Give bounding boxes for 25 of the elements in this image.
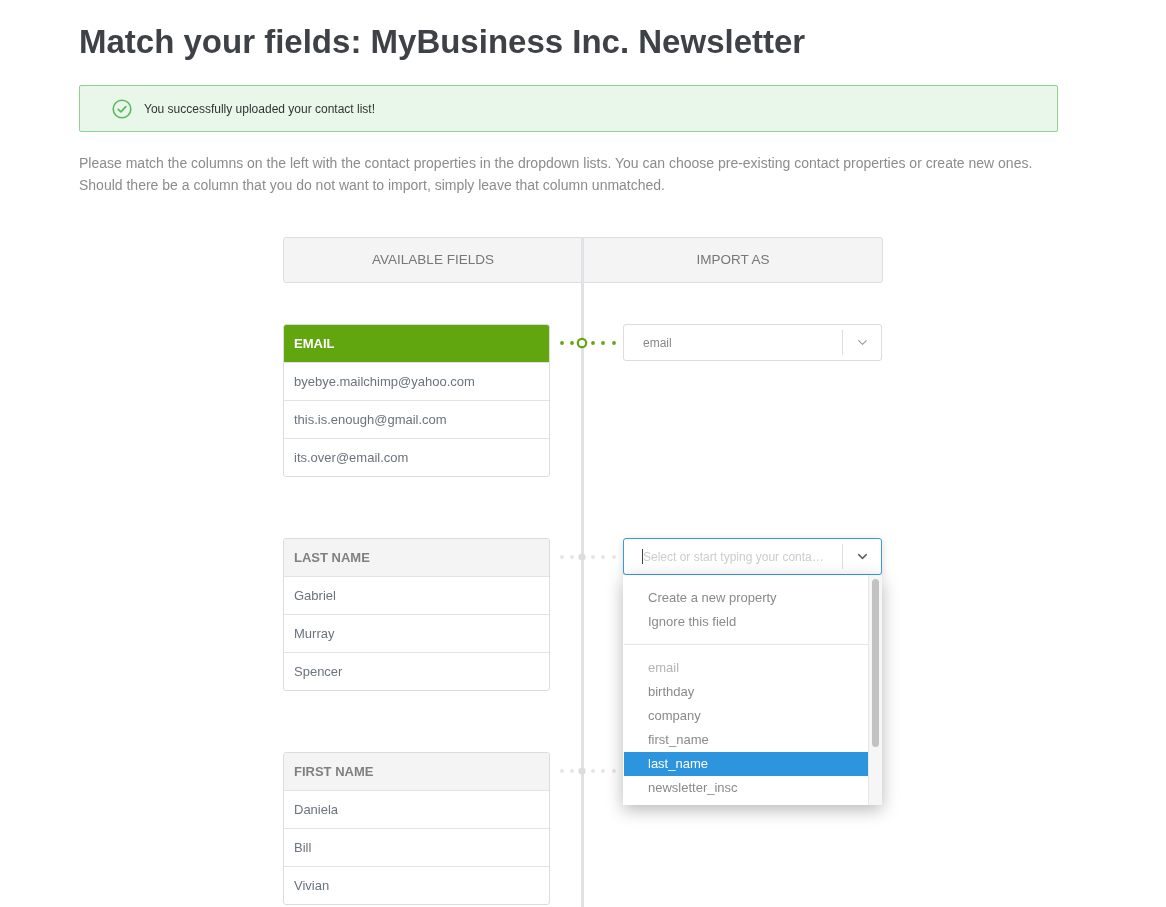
field-value: Murray	[284, 614, 549, 652]
field-value: this.is.enough@gmail.com	[284, 400, 549, 438]
field-header: LAST NAME	[284, 539, 549, 576]
column-header: AVAILABLE FIELDS	[283, 237, 583, 283]
page-title: Match your fields: MyBusiness Inc. Newsletter	[79, 22, 807, 62]
instructions-text: Please match the columns on the left with the contact properties in the dropdown lists. You can choose pre-existing contact properties or create new ones. Should there be a column that you do not want to import, simply leave that column unmatched.	[79, 154, 1034, 195]
field-value: its.over@email.com	[284, 438, 549, 476]
check-circle-icon	[112, 98, 132, 119]
menu-item[interactable]: Ignore this field	[624, 610, 868, 634]
field-value: Gabriel	[284, 576, 549, 614]
field-value: Spencer	[284, 652, 549, 690]
field-value: Vivian	[284, 866, 549, 904]
dropdown-toggle[interactable]	[842, 544, 881, 569]
field-value: Daniela	[284, 790, 549, 828]
scrollbar-thumb[interactable]	[872, 579, 879, 747]
field-header: EMAIL	[284, 325, 549, 362]
text-cursor-icon	[642, 549, 643, 564]
field-header: FIRST NAME	[284, 753, 549, 790]
alert-message: You successfully uploaded your contact list!	[144, 100, 376, 118]
field-value: byebye.mailchimp@yahoo.com	[284, 362, 549, 400]
column-header: IMPORT AS	[583, 237, 883, 283]
menu-item[interactable]: Create a new property	[624, 586, 868, 610]
property-select[interactable]: email	[623, 324, 882, 361]
field-value: Bill	[284, 828, 549, 866]
menu-item[interactable]: last_name	[624, 752, 868, 776]
